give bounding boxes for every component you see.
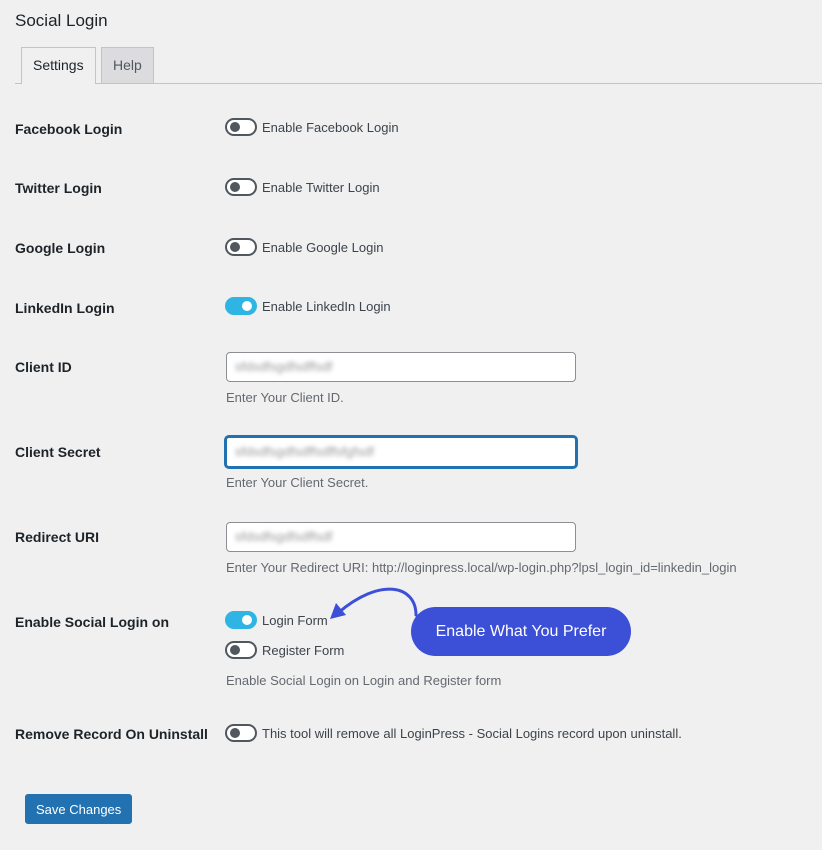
remove-record-toggle[interactable]	[225, 724, 257, 742]
facebook-login-label: Facebook Login	[15, 121, 123, 137]
login-form-toggle-text: Login Form	[262, 612, 328, 628]
register-form-toggle[interactable]	[225, 641, 257, 659]
remove-record-label: Remove Record On Uninstall	[15, 726, 208, 742]
client-secret-description: Enter Your Client Secret.	[226, 475, 369, 490]
redirect-uri-label: Redirect URI	[15, 529, 100, 545]
login-form-toggle-row: Login Form	[225, 611, 328, 629]
toggle-knob	[230, 728, 240, 738]
client-id-description: Enter Your Client ID.	[226, 390, 344, 405]
redirect-uri-description: Enter Your Redirect URI: http://loginpre…	[226, 560, 737, 575]
toggle-knob	[230, 182, 240, 192]
linkedin-login-label: LinkedIn Login	[15, 300, 115, 316]
toggle-knob	[230, 242, 240, 252]
tab-settings[interactable]: Settings	[21, 47, 96, 84]
twitter-login-toggle[interactable]	[225, 178, 257, 196]
login-form-toggle[interactable]	[225, 611, 257, 629]
toggle-knob	[230, 122, 240, 132]
facebook-login-toggle-row: Enable Facebook Login	[225, 118, 399, 136]
twitter-login-toggle-row: Enable Twitter Login	[225, 178, 380, 196]
google-login-toggle-row: Enable Google Login	[225, 238, 383, 256]
enable-social-login-on-label: Enable Social Login on	[15, 614, 170, 630]
tab-help[interactable]: Help	[101, 47, 154, 83]
linkedin-login-toggle[interactable]	[225, 297, 257, 315]
toggle-knob	[242, 615, 252, 625]
client-secret-value: sfdsdfsgdfsdffsdffsfgfsdf	[235, 444, 374, 459]
redirect-uri-value: sfdsdfsgdfsdffsdf	[235, 529, 333, 544]
remove-record-toggle-row: This tool will remove all LoginPress - S…	[225, 724, 682, 742]
twitter-login-label: Twitter Login	[15, 180, 102, 196]
client-id-value: sfdsdfsgdfsdffsdf	[235, 359, 333, 374]
remove-record-toggle-text: This tool will remove all LoginPress - S…	[262, 725, 682, 741]
facebook-login-toggle-text: Enable Facebook Login	[262, 119, 399, 135]
tabs-divider	[15, 83, 822, 84]
linkedin-login-toggle-row: Enable LinkedIn Login	[225, 297, 391, 315]
google-login-label: Google Login	[15, 240, 106, 256]
client-id-label: Client ID	[15, 359, 72, 375]
callout-badge: Enable What You Prefer	[411, 607, 631, 656]
save-changes-button[interactable]: Save Changes	[25, 794, 133, 824]
toggle-knob	[242, 301, 252, 311]
page-title: Social Login	[15, 11, 108, 30]
toggle-knob	[230, 645, 240, 655]
curved-arrow-icon	[330, 587, 418, 619]
client-secret-input[interactable]: sfdsdfsgdfsdffsdffsfgfsdf	[225, 436, 577, 468]
google-login-toggle[interactable]	[225, 238, 257, 256]
client-secret-label: Client Secret	[15, 444, 101, 460]
google-login-toggle-text: Enable Google Login	[262, 239, 384, 255]
register-form-toggle-row: Register Form	[225, 641, 344, 659]
client-id-input[interactable]: sfdsdfsgdfsdffsdf	[226, 352, 576, 382]
twitter-login-toggle-text: Enable Twitter Login	[262, 179, 380, 195]
enable-social-login-description: Enable Social Login on Login and Registe…	[226, 673, 502, 688]
linkedin-login-toggle-text: Enable LinkedIn Login	[262, 298, 391, 314]
register-form-toggle-text: Register Form	[262, 642, 345, 658]
redirect-uri-input[interactable]: sfdsdfsgdfsdffsdf	[226, 522, 576, 552]
facebook-login-toggle[interactable]	[225, 118, 257, 136]
